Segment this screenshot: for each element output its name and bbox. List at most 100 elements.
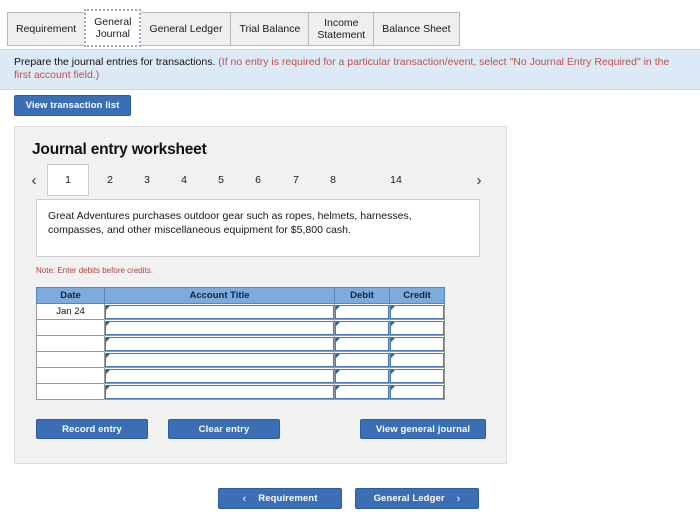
cell-date-1: Jan 24 <box>36 303 105 320</box>
tab-income-statement[interactable]: Income Statement <box>308 12 375 46</box>
tab-balance-sheet[interactable]: Balance Sheet <box>373 12 460 46</box>
chevron-left-icon[interactable]: ‹ <box>25 165 43 195</box>
table-row <box>36 367 445 384</box>
debit-input-6[interactable] <box>335 384 389 399</box>
tab-income-statement-label: Income Statement <box>317 17 365 41</box>
debit-input-5[interactable] <box>335 368 389 383</box>
tab-requirement[interactable]: Requirement <box>7 12 86 46</box>
cell-account-1[interactable] <box>104 303 335 320</box>
view-general-journal-button[interactable]: View general journal <box>360 419 486 439</box>
page-button-6[interactable]: 6 <box>245 165 271 195</box>
view-transaction-list-button[interactable]: View transaction list <box>14 95 131 116</box>
cell-credit-3[interactable] <box>389 335 445 352</box>
page-button-8[interactable]: 8 <box>320 165 346 195</box>
previous-requirement-button[interactable]: ‹ Requirement <box>218 488 342 509</box>
cell-debit-2[interactable] <box>334 319 390 336</box>
debit-input-3[interactable] <box>335 336 389 351</box>
account-title-input-6[interactable] <box>105 384 334 399</box>
record-entry-button[interactable]: Record entry <box>36 419 148 439</box>
page-label-4: 4 <box>181 174 187 186</box>
page-button-5[interactable]: 5 <box>208 165 234 195</box>
account-title-input-1[interactable] <box>105 304 334 319</box>
page-label-2: 2 <box>107 174 113 186</box>
journal-entry-table: Date Account Title Debit Credit Jan 24 <box>36 287 445 400</box>
cell-credit-4[interactable] <box>389 351 445 368</box>
cell-date-4 <box>36 351 105 368</box>
debit-input-2[interactable] <box>335 320 389 335</box>
tab-balance-sheet-label: Balance Sheet <box>382 23 451 35</box>
cell-account-2[interactable] <box>104 319 335 336</box>
cell-account-5[interactable] <box>104 367 335 384</box>
view-transaction-list-label: View transaction list <box>25 100 120 111</box>
account-title-input-2[interactable] <box>105 320 334 335</box>
tab-trial-balance[interactable]: Trial Balance <box>230 12 310 46</box>
journal-entry-worksheet-panel: Journal entry worksheet ‹ 1 2 3 4 5 6 7 … <box>14 126 507 464</box>
page-button-7[interactable]: 7 <box>283 165 309 195</box>
clear-entry-button[interactable]: Clear entry <box>168 419 280 439</box>
next-general-ledger-button[interactable]: General Ledger › <box>355 488 479 509</box>
table-row: Jan 24 <box>36 303 445 320</box>
instruction-text-primary: Prepare the journal entries for transact… <box>14 56 216 68</box>
credit-input-3[interactable] <box>390 336 444 351</box>
tab-income-statement-line2: Statement <box>317 29 366 41</box>
page-label-1: 1 <box>65 174 71 186</box>
table-row <box>36 335 445 352</box>
cell-account-4[interactable] <box>104 351 335 368</box>
cell-credit-5[interactable] <box>389 367 445 384</box>
cell-account-3[interactable] <box>104 335 335 352</box>
account-title-input-3[interactable] <box>105 336 334 351</box>
page-button-1[interactable]: 1 <box>47 164 89 196</box>
page-button-14[interactable]: 14 <box>383 165 409 195</box>
transaction-description-text: Great Adventures purchases outdoor gear … <box>48 210 412 236</box>
tab-income-statement-line1: Income <box>324 17 359 29</box>
page-label-7: 7 <box>293 174 299 186</box>
page-label-5: 5 <box>218 174 224 186</box>
page-label-8: 8 <box>330 174 336 186</box>
column-header-date: Date <box>36 287 105 304</box>
chevron-left-icon: ‹ <box>242 492 247 505</box>
account-title-input-5[interactable] <box>105 368 334 383</box>
chevron-right-icon[interactable]: › <box>470 165 488 195</box>
account-title-input-4[interactable] <box>105 352 334 367</box>
cell-debit-1[interactable] <box>334 303 390 320</box>
page-button-2[interactable]: 2 <box>97 165 123 195</box>
table-row <box>36 351 445 368</box>
page-label-6: 6 <box>255 174 261 186</box>
tab-general-journal[interactable]: General Journal <box>84 9 142 47</box>
tab-trial-balance-label: Trial Balance <box>239 23 301 35</box>
page-button-4[interactable]: 4 <box>171 165 197 195</box>
cell-debit-5[interactable] <box>334 367 390 384</box>
credit-input-2[interactable] <box>390 320 444 335</box>
tab-general-journal-line2: Journal <box>95 28 131 40</box>
credit-input-6[interactable] <box>390 384 444 399</box>
credit-input-5[interactable] <box>390 368 444 383</box>
table-row <box>36 383 445 400</box>
debits-before-credits-note: Note: Enter debits before credits. <box>36 266 153 275</box>
table-row <box>36 319 445 336</box>
page-button-3[interactable]: 3 <box>134 165 160 195</box>
cell-credit-1[interactable] <box>389 303 445 320</box>
credit-input-1[interactable] <box>390 304 444 319</box>
cell-debit-4[interactable] <box>334 351 390 368</box>
cell-date-6 <box>36 383 105 400</box>
cell-debit-6[interactable] <box>334 383 390 400</box>
cell-credit-2[interactable] <box>389 319 445 336</box>
instruction-banner: Prepare the journal entries for transact… <box>0 49 700 90</box>
cell-date-5 <box>36 367 105 384</box>
debit-input-1[interactable] <box>335 304 389 319</box>
debit-input-4[interactable] <box>335 352 389 367</box>
nav-next-inner: General Ledger › <box>374 493 461 505</box>
cell-account-6[interactable] <box>104 383 335 400</box>
transaction-description-box: Great Adventures purchases outdoor gear … <box>36 199 480 257</box>
cell-credit-6[interactable] <box>389 383 445 400</box>
column-header-account: Account Title <box>104 287 335 304</box>
tab-general-ledger-label: General Ledger <box>149 23 223 35</box>
record-entry-label: Record entry <box>62 423 122 435</box>
worksheet-pagination: ‹ 1 2 3 4 5 6 7 8 14 › <box>25 164 495 197</box>
page-label-3: 3 <box>144 174 150 186</box>
tab-general-ledger[interactable]: General Ledger <box>140 12 232 46</box>
tab-general-journal-label: General Journal <box>94 16 131 40</box>
chevron-right-icon: › <box>456 492 461 505</box>
cell-debit-3[interactable] <box>334 335 390 352</box>
credit-input-4[interactable] <box>390 352 444 367</box>
